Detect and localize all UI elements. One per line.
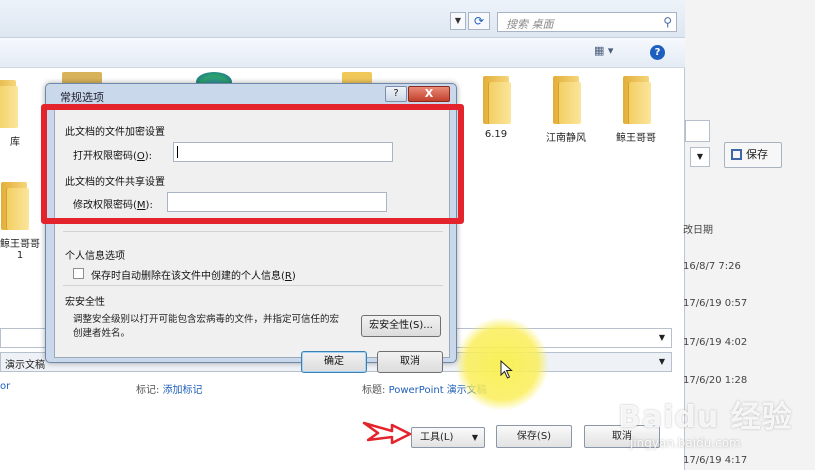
save-button[interactable]: 保存(S) [496,425,572,448]
remove-personal-info-label[interactable]: 保存时自动删除在该文件中创建的个人信息(R) [91,267,296,282]
folder-item[interactable]: 江南静风 [536,76,596,144]
search-input[interactable]: 搜索 桌面 ⚲ [497,12,677,32]
address-bar-row: ▼ ⟳ 搜索 桌面 ⚲ [0,0,685,38]
side-save-label: 保存 [746,148,768,161]
baidu-watermark: Baidu 经验 jingyan.baidu.com [618,392,808,464]
privacy-section-title: 个人信息选项 [65,251,125,262]
folder-item[interactable]: 鲸王哥哥1 [0,182,42,261]
refresh-icon: ⟳ [473,14,485,28]
save-type-value: 演示文稿 [5,360,45,371]
ok-button[interactable]: 确定 [301,351,367,373]
date-cell: 17/6/19 4:02 [683,337,748,348]
watermark-brand: Baidu 经验 [618,400,793,435]
date-cell: 17/6/19 0:57 [683,298,748,309]
section-divider [63,285,443,286]
remove-personal-info-checkbox[interactable] [73,268,84,279]
tools-label: 工具(L) [420,432,454,443]
library-item[interactable]: 库 [0,80,30,148]
folder-label: 6.19 [484,129,508,140]
library-label: 库 [10,137,20,148]
options-help-button[interactable]: ? [385,86,407,102]
library-icon [0,80,20,128]
red-highlight-annotation [41,104,464,224]
title-label: 标题: [362,385,386,396]
folder-icon [549,76,583,124]
folder-label: 鲸王哥哥 [616,133,656,144]
macro-security-button[interactable]: 宏安全性(S)... [361,315,441,337]
tags-label: 标记: [136,385,160,396]
section-divider [63,231,443,232]
search-icon: ⚲ [663,15,672,29]
chevron-down-icon[interactable]: ▼ [655,355,669,369]
modified-date-column-header[interactable]: 改日期 [683,221,713,236]
side-save-button[interactable]: 保存 [724,142,782,168]
change-view-button[interactable]: ▦ ▾ [594,44,628,62]
macro-description: 调整安全级别以打开可能包含宏病毒的文件，并指定可信任的宏创建者姓名。 [73,314,340,339]
chevron-down-icon: ▼ [471,433,478,442]
save-disk-icon [731,149,742,160]
search-placeholder: 搜索 桌面 [506,18,554,31]
folder-label: 鲸王哥哥1 [0,239,40,261]
folder-icon [479,76,513,124]
options-dialog-title: 常规选项 [60,91,104,104]
date-cell: 17/6/20 1:28 [683,375,748,386]
options-title-bar[interactable]: 常规选项 ? X [46,84,456,106]
view-grid-icon: ▦ ▾ [594,44,614,57]
mouse-pointer-icon [500,360,513,379]
side-dropdown-button[interactable]: ▼ [690,147,710,167]
folder-item[interactable]: 鲸王哥哥 [606,76,666,144]
help-icon[interactable]: ? [650,45,665,60]
file-toolbar: ▦ ▾ ? [0,38,685,68]
macro-section-title: 宏安全性 [65,297,105,308]
options-close-button[interactable]: X [408,86,450,102]
folder-icon [0,182,31,230]
refresh-button[interactable]: ⟳ [468,12,490,30]
watermark-url: jingyan.baidu.com [630,436,741,450]
folder-icon [619,76,653,124]
folder-label: 江南静风 [546,133,586,144]
tags-field[interactable]: 标记: 添加标记 [136,381,203,396]
options-cancel-button[interactable]: 取消 [377,351,443,373]
address-dropdown-button[interactable]: ▼ [450,12,466,30]
date-cell: 16/8/7 7:26 [683,261,741,272]
tags-value[interactable]: 添加标记 [163,385,203,396]
red-arrow-annotation-icon [362,421,412,445]
side-text-field[interactable] [685,120,710,142]
chevron-down-icon[interactable]: ▼ [655,331,669,345]
folder-item[interactable]: 6.19 [466,76,526,140]
authors-value[interactable]: or [0,381,10,392]
tools-button[interactable]: 工具(L) ▼ [411,427,485,448]
